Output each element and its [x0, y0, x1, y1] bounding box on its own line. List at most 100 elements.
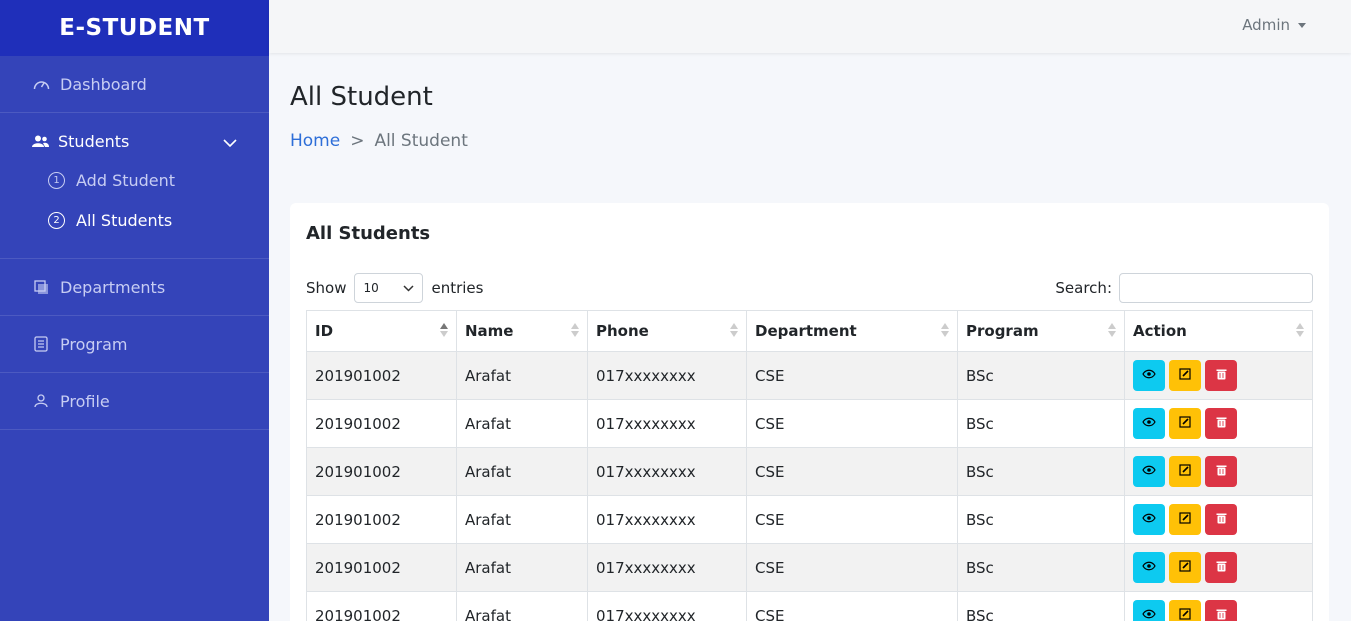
trash-icon: [1216, 560, 1227, 576]
sidebar-item-program[interactable]: Program: [0, 316, 269, 373]
cell-department: CSE: [746, 495, 958, 544]
delete-button[interactable]: [1205, 600, 1237, 621]
view-button[interactable]: [1133, 552, 1165, 583]
cell-id: 201901002: [306, 543, 457, 592]
cell-action: [1124, 351, 1313, 400]
sidebar-item-departments[interactable]: Departments: [0, 259, 269, 316]
edit-icon: [1179, 559, 1191, 576]
entries-label: entries: [431, 279, 484, 297]
cell-name: Arafat: [456, 399, 588, 448]
search-control: Search:: [1055, 273, 1313, 303]
view-button[interactable]: [1133, 504, 1165, 535]
action-buttons: [1133, 504, 1304, 535]
eye-icon: [1142, 608, 1156, 621]
sidebar-item-dashboard[interactable]: Dashboard: [0, 56, 269, 113]
sidebar-group-students: Students 1 Add Student 2 All Students: [0, 113, 269, 259]
delete-button[interactable]: [1205, 360, 1237, 391]
trash-icon: [1216, 416, 1227, 432]
sort-icon: [730, 323, 738, 337]
table-row: 201901002 Arafat 017xxxxxxxx CSE BSc: [306, 495, 1313, 544]
cell-department: CSE: [746, 351, 958, 400]
edit-button[interactable]: [1169, 552, 1201, 583]
view-button[interactable]: [1133, 360, 1165, 391]
cell-department: CSE: [746, 447, 958, 496]
number-badge: 1: [48, 171, 65, 189]
delete-button[interactable]: [1205, 504, 1237, 535]
cell-phone: 017xxxxxxxx: [587, 447, 747, 496]
table-row: 201901002 Arafat 017xxxxxxxx CSE BSc: [306, 591, 1313, 621]
column-header-program[interactable]: Program: [957, 310, 1125, 352]
sidebar-subitem-all-students[interactable]: 2 All Students: [0, 200, 269, 240]
cell-phone: 017xxxxxxxx: [587, 495, 747, 544]
cell-id: 201901002: [306, 591, 457, 621]
search-label: Search:: [1055, 279, 1112, 297]
trash-icon: [1216, 464, 1227, 480]
delete-button[interactable]: [1205, 408, 1237, 439]
sidebar-subitem-label: All Students: [76, 210, 173, 230]
cell-department: CSE: [746, 543, 958, 592]
sidebar-item-label: Dashboard: [60, 74, 147, 94]
sidebar-item-label: Program: [60, 334, 128, 354]
column-header-action[interactable]: Action: [1124, 310, 1313, 352]
entries-select[interactable]: 10: [354, 273, 424, 303]
brand-logo[interactable]: E-STUDENT: [0, 0, 269, 56]
column-header-phone[interactable]: Phone: [587, 310, 747, 352]
edit-icon: [1179, 415, 1191, 432]
number-badge: 2: [48, 211, 65, 229]
delete-button[interactable]: [1205, 456, 1237, 487]
sidebar: E-STUDENT Dashboard Students 1 Add Stude…: [0, 0, 269, 621]
edit-button[interactable]: [1169, 600, 1201, 621]
sidebar-subitem-label: Add Student: [76, 170, 176, 190]
document-list-icon: [32, 335, 50, 353]
admin-label: Admin: [1242, 16, 1290, 34]
admin-dropdown[interactable]: Admin: [1242, 16, 1306, 34]
sort-icon: [1296, 323, 1304, 337]
eye-icon: [1142, 368, 1156, 383]
cell-action: [1124, 495, 1313, 544]
sort-icon: [941, 323, 949, 337]
page-title: All Student: [290, 82, 433, 112]
edit-button[interactable]: [1169, 504, 1201, 535]
cell-program: BSc: [957, 495, 1125, 544]
cell-id: 201901002: [306, 351, 457, 400]
table-row: 201901002 Arafat 017xxxxxxxx CSE BSc: [306, 543, 1313, 592]
cell-phone: 017xxxxxxxx: [587, 399, 747, 448]
sidebar-subitem-add-student[interactable]: 1 Add Student: [0, 160, 269, 200]
column-header-id[interactable]: ID: [306, 310, 457, 352]
cell-action: [1124, 543, 1313, 592]
edit-icon: [1179, 367, 1191, 384]
chevron-down-icon: [403, 284, 415, 292]
cell-action: [1124, 447, 1313, 496]
action-buttons: [1133, 456, 1304, 487]
view-button[interactable]: [1133, 600, 1165, 621]
search-input[interactable]: [1119, 273, 1313, 303]
column-header-department[interactable]: Department: [746, 310, 958, 352]
cell-phone: 017xxxxxxxx: [587, 543, 747, 592]
eye-icon: [1142, 416, 1156, 431]
edit-button[interactable]: [1169, 360, 1201, 391]
cell-program: BSc: [957, 447, 1125, 496]
view-button[interactable]: [1133, 456, 1165, 487]
edit-button[interactable]: [1169, 456, 1201, 487]
action-buttons: [1133, 600, 1304, 621]
edit-button[interactable]: [1169, 408, 1201, 439]
action-buttons: [1133, 552, 1304, 583]
breadcrumb: Home > All Student: [290, 131, 468, 151]
cell-id: 201901002: [306, 447, 457, 496]
eye-icon: [1142, 560, 1156, 575]
breadcrumb-separator: >: [350, 131, 365, 151]
cell-name: Arafat: [456, 543, 588, 592]
eye-icon: [1142, 464, 1156, 479]
sidebar-item-profile[interactable]: Profile: [0, 373, 269, 430]
caret-down-icon: [1298, 22, 1306, 28]
sort-icon: [440, 323, 448, 337]
students-table: ID Name Phone Department Program Action …: [306, 310, 1313, 621]
edit-icon: [1179, 511, 1191, 528]
view-button[interactable]: [1133, 408, 1165, 439]
users-icon: [32, 133, 50, 151]
cell-department: CSE: [746, 591, 958, 621]
card-title: All Students: [306, 223, 431, 244]
column-header-name[interactable]: Name: [456, 310, 588, 352]
breadcrumb-home-link[interactable]: Home: [290, 131, 340, 151]
delete-button[interactable]: [1205, 552, 1237, 583]
